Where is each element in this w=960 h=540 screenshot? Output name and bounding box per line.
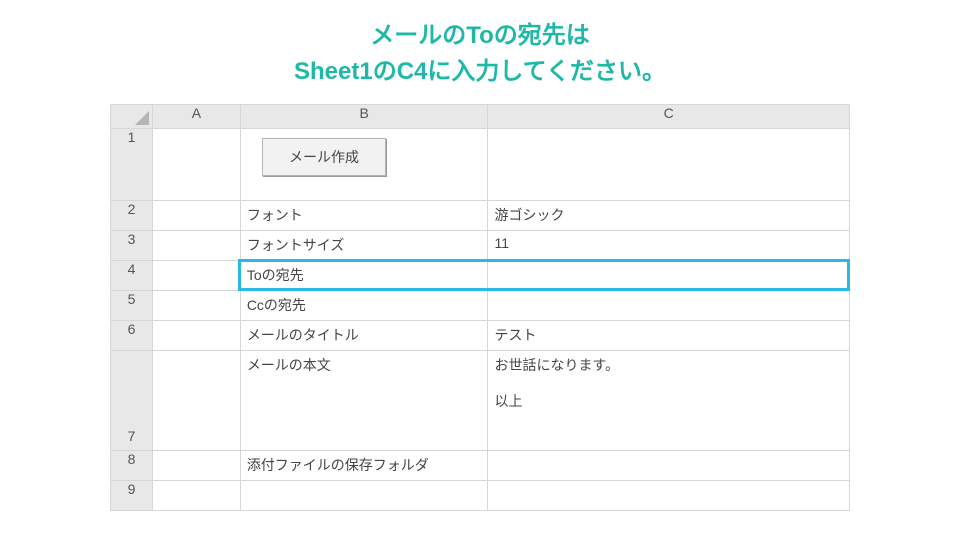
select-all-corner[interactable] (111, 105, 153, 129)
instruction-heading: メールのToの宛先は Sheet1のC4に入力してください。 (0, 0, 960, 90)
cell-B4[interactable]: Toの宛先 (240, 261, 488, 291)
cell-B6[interactable]: メールのタイトル (240, 321, 488, 351)
row-header-5[interactable]: 5 (111, 291, 153, 321)
cell-B9[interactable] (240, 481, 488, 511)
cell-B8[interactable]: 添付ファイルの保存フォルダ (240, 451, 488, 481)
cell-C2[interactable]: 游ゴシック (488, 201, 850, 231)
cell-C9[interactable] (488, 481, 850, 511)
cell-C8[interactable] (488, 451, 850, 481)
table-row: 8 添付ファイルの保存フォルダ (111, 451, 850, 481)
cell-B3[interactable]: フォントサイズ (240, 231, 488, 261)
cell-A2[interactable] (152, 201, 240, 231)
row-header-3[interactable]: 3 (111, 231, 153, 261)
cell-A6[interactable] (152, 321, 240, 351)
cell-C4[interactable] (488, 261, 850, 291)
spreadsheet-grid: A B C 1 2 フォント 游ゴシック 3 フォントサイズ (110, 104, 850, 511)
table-row: 2 フォント 游ゴシック (111, 201, 850, 231)
cell-A7[interactable] (152, 351, 240, 451)
table-row: 7 メールの本文 お世話になります。 以上 (111, 351, 850, 451)
table-row: 1 (111, 129, 850, 201)
cell-A9[interactable] (152, 481, 240, 511)
cell-A4[interactable] (152, 261, 240, 291)
cell-B2[interactable]: フォント (240, 201, 488, 231)
cell-C1[interactable] (488, 129, 850, 201)
cell-C5[interactable] (488, 291, 850, 321)
col-header-A[interactable]: A (152, 105, 240, 129)
table-row: 3 フォントサイズ 11 (111, 231, 850, 261)
row-header-2[interactable]: 2 (111, 201, 153, 231)
cell-C7[interactable]: お世話になります。 以上 (488, 351, 850, 451)
cell-A3[interactable] (152, 231, 240, 261)
col-header-C[interactable]: C (488, 105, 850, 129)
table-row: 5 Ccの宛先 (111, 291, 850, 321)
cell-C3[interactable]: 11 (488, 231, 850, 261)
table-row: 9 (111, 481, 850, 511)
create-mail-button[interactable]: メール作成 (262, 138, 386, 176)
cell-B7[interactable]: メールの本文 (240, 351, 488, 451)
table-row: 6 メールのタイトル テスト (111, 321, 850, 351)
row-header-6[interactable]: 6 (111, 321, 153, 351)
cell-A8[interactable] (152, 451, 240, 481)
row-header-7[interactable]: 7 (111, 351, 153, 451)
row-header-8[interactable]: 8 (111, 451, 153, 481)
cell-A1[interactable] (152, 129, 240, 201)
col-header-B[interactable]: B (240, 105, 488, 129)
table-row: 4 Toの宛先 (111, 261, 850, 291)
row-header-9[interactable]: 9 (111, 481, 153, 511)
cell-B5[interactable]: Ccの宛先 (240, 291, 488, 321)
spreadsheet-area: A B C 1 2 フォント 游ゴシック 3 フォントサイズ (110, 104, 850, 511)
cell-A5[interactable] (152, 291, 240, 321)
row-header-4[interactable]: 4 (111, 261, 153, 291)
heading-line-2: Sheet1のC4に入力してください。 (0, 54, 960, 90)
cell-C6[interactable]: テスト (488, 321, 850, 351)
heading-line-1: メールのToの宛先は (0, 18, 960, 54)
row-header-1[interactable]: 1 (111, 129, 153, 201)
